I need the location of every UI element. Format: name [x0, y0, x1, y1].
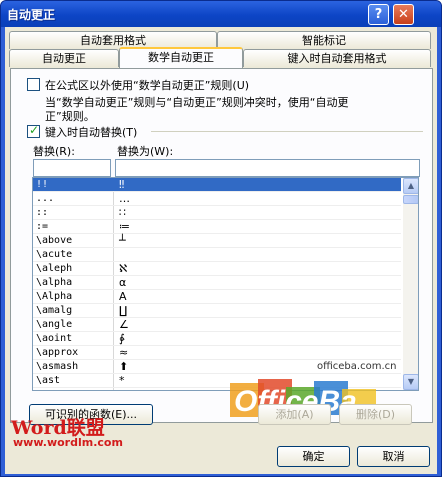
scroll-up-button[interactable]: ▲	[403, 178, 418, 194]
row-with-symbol: ∳	[119, 332, 125, 345]
replace-as-type-label[interactable]: 键入时自动替换(T)	[45, 124, 137, 140]
close-button[interactable]: ✕	[393, 4, 414, 25]
row-replace-text: \above	[36, 235, 73, 246]
row-with-symbol: ┴	[119, 234, 126, 247]
row-with-symbol: ≈	[119, 346, 129, 359]
row-with-symbol: ≔	[119, 220, 130, 233]
row-with-symbol: ∷	[119, 206, 126, 219]
list-scrollbar[interactable]: ▲ ▼	[403, 178, 418, 390]
table-row[interactable]: \angle ∠	[33, 318, 401, 332]
row-replace-text: \aleph	[36, 263, 73, 274]
row-replace-text: \amalg	[36, 305, 73, 316]
delete-button[interactable]: 删除(D)	[339, 404, 412, 425]
window-title: 自动更正	[7, 8, 56, 22]
tab-autoformat-as-you-type[interactable]: 键入时自动套用格式	[243, 49, 431, 67]
row-replace-text: \ast	[36, 375, 61, 386]
row-replace-text: \angle	[36, 319, 73, 330]
row-replace-text: \acute	[36, 249, 73, 260]
row-replace-text: ::	[36, 207, 49, 218]
group-divider	[151, 131, 423, 132]
tab-smart-tags[interactable]: 智能标记	[217, 31, 431, 49]
table-row[interactable]: ... …	[33, 192, 401, 206]
row-with-symbol: ℵ	[119, 262, 128, 275]
row-with-symbol: *	[119, 374, 125, 387]
row-with-symbol: A	[119, 290, 127, 303]
row-replace-text: \approx	[36, 347, 79, 358]
row-with-symbol: …	[119, 192, 130, 205]
table-row[interactable]: \approx ≈	[33, 346, 401, 360]
row-replace-text: \Alpha	[36, 291, 73, 302]
add-button[interactable]: 添加(A)	[258, 404, 331, 425]
row-replace-text: \aoint	[36, 333, 73, 344]
table-row[interactable]: \above ┴	[33, 234, 401, 248]
replace-as-type-checkbox[interactable]	[27, 123, 40, 138]
row-replace-text: ...	[36, 193, 55, 204]
row-replace-text: !!	[36, 179, 49, 190]
row-with-symbol: ⬆	[119, 360, 129, 373]
ok-button[interactable]: 确定	[277, 446, 350, 467]
help-button[interactable]: ?	[368, 4, 389, 25]
row-replace-text: :=	[36, 221, 49, 232]
cancel-button[interactable]: 取消	[357, 446, 430, 467]
conflict-note-line2: 正”规则。	[45, 110, 95, 123]
wordlm-watermark-url: www.wordlm.com	[13, 436, 123, 449]
use-outside-math-checkbox[interactable]	[27, 78, 40, 91]
with-label: 替换为(W):	[117, 145, 174, 158]
use-outside-math-label[interactable]: 在公式区以外使用“数学自动更正”规则(U)	[45, 77, 249, 93]
tab-math-autocorrect[interactable]: 数学自动更正	[119, 47, 243, 68]
table-row[interactable]: \amalg ∐	[33, 304, 401, 318]
row-with-symbol: ‼	[119, 178, 125, 191]
title-bar[interactable]: 自动更正 ? ✕	[1, 1, 441, 27]
row-with-symbol: α	[119, 276, 127, 289]
tab-autocorrect[interactable]: 自动更正	[9, 49, 119, 67]
row-replace-text: \asmash	[36, 361, 79, 372]
scroll-down-button[interactable]: ▼	[403, 374, 418, 390]
row-with-symbol: ∠	[119, 318, 129, 331]
row-with-symbol: ∐	[119, 304, 128, 317]
table-row[interactable]: \Alpha A	[33, 290, 401, 304]
table-row[interactable]: \aleph ℵ	[33, 262, 401, 276]
table-row[interactable]: \acute	[33, 248, 401, 262]
table-row[interactable]: \aoint ∳	[33, 332, 401, 346]
officeba-url: officeba.com.cn	[317, 361, 397, 372]
table-row[interactable]: := ≔	[33, 220, 401, 234]
row-replace-text: \alpha	[36, 277, 73, 288]
scroll-thumb[interactable]	[403, 195, 418, 204]
table-row[interactable]: \alpha α	[33, 276, 401, 290]
dialog-window: 自动更正 ? ✕ 自动套用格式 智能标记 自动更正 数学自动更正 键入时自动套用…	[0, 0, 442, 477]
table-row[interactable]: :: ∷	[33, 206, 401, 220]
dialog-body: 自动套用格式 智能标记 自动更正 数学自动更正 键入时自动套用格式 在公式区以外…	[5, 27, 437, 474]
replace-label: 替换(R):	[33, 145, 75, 158]
table-row[interactable]: !! ‼	[33, 178, 401, 192]
with-input[interactable]	[115, 159, 420, 177]
replacement-list[interactable]: !! ‼...…:: ∷:= ≔ \above ┴ \acute \aleph ℵ \alpha α…	[32, 177, 419, 391]
replace-input[interactable]	[33, 159, 111, 177]
